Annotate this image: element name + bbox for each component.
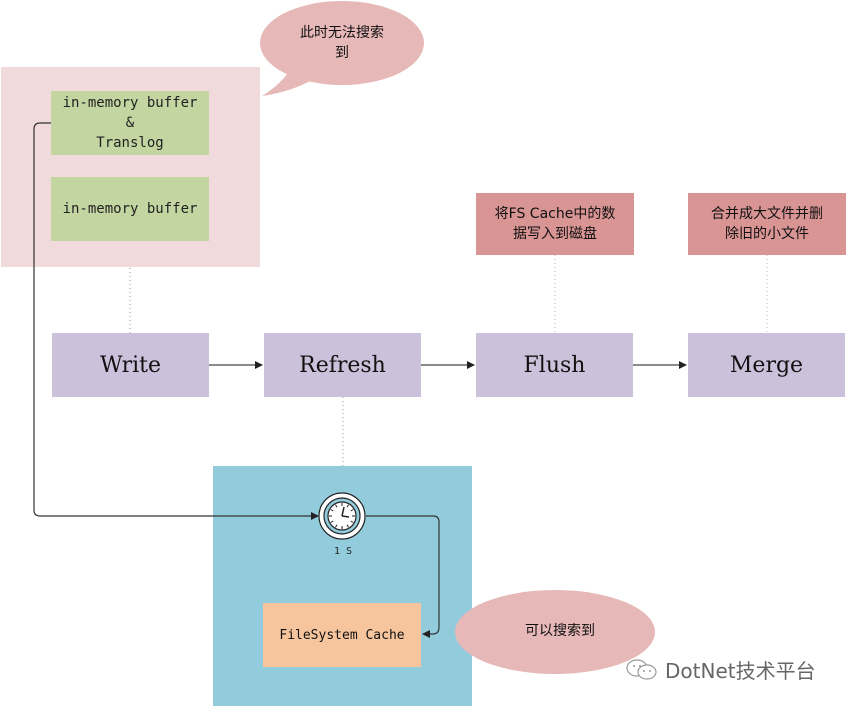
- arrow-buffer-to-timer: [33, 122, 319, 520]
- connectors-layer: [33, 1, 768, 674]
- wechat-icon: [626, 658, 657, 680]
- bubble-line: 此时无法搜索: [300, 25, 384, 41]
- bubble-searchable-text: 可以搜索到: [495, 621, 625, 641]
- bubble-not-searchable-text: 此时无法搜索 到: [270, 23, 414, 63]
- watermark-text: DotNet技术平台: [665, 659, 816, 683]
- bubble-line: 可以搜索到: [525, 623, 595, 639]
- watermark: DotNet技术平台: [625, 655, 816, 684]
- clock-icon: [318, 492, 366, 540]
- arrow-timer-to-cache: [366, 515, 440, 638]
- timer-label: 1 S: [333, 546, 353, 557]
- bubble-line: 到: [335, 45, 349, 61]
